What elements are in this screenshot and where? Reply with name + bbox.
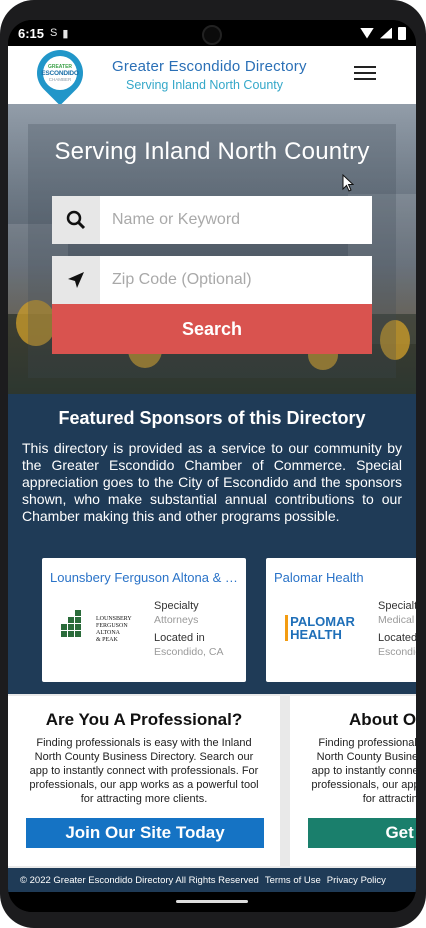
sponsors-title: Featured Sponsors of this Directory	[58, 408, 366, 428]
specialty-value: Attorneys	[154, 614, 199, 626]
promo-card: About Our Listings Finding professionals…	[290, 696, 416, 866]
terms-link[interactable]: Terms of Use	[265, 875, 321, 886]
location-arrow-icon	[52, 256, 100, 304]
sponsor-logo: PALOMAR HEALTH	[282, 590, 358, 666]
sponsors-section: Featured Sponsors of this Directory This…	[8, 394, 416, 694]
search-button[interactable]: Search	[52, 304, 372, 354]
hero-title: Serving Inland North Country	[54, 138, 370, 165]
promo-section: Are You A Professional? Finding professi…	[8, 694, 416, 868]
get-listed-button[interactable]: Get Listed	[308, 818, 416, 848]
logo-line: ALTONA	[96, 630, 121, 636]
s-icon: S	[50, 27, 58, 39]
chamber-logo[interactable]: GREATER ESCONDIDO CHAMBER	[27, 40, 93, 106]
home-gesture-bar[interactable]	[176, 900, 248, 903]
screen: 6:15 S ▮ GREATER ESCONDIDO CHAMBER Great…	[8, 20, 416, 912]
sponsor-logo-text: LOUNSBERY FERGUSON ALTONA & PEAK	[96, 616, 132, 644]
specialty-label: Specialty	[378, 600, 416, 612]
copyright-text: © 2022 Greater Escondido Directory All R…	[20, 874, 259, 886]
sponsor-logo: LOUNSBERY FERGUSON ALTONA & PEAK	[58, 590, 134, 666]
camera-icon	[202, 25, 222, 45]
promo-title: Are You A Professional?	[45, 710, 243, 729]
status-time: 6:15	[18, 25, 45, 41]
sponsors-description: This directory is provided as a service …	[22, 440, 402, 524]
privacy-link[interactable]: Privacy Policy	[327, 875, 386, 886]
keyword-input[interactable]	[100, 196, 372, 244]
footer: © 2022 Greater Escondido Directory All R…	[8, 868, 416, 892]
logo-line: & PEAK	[96, 637, 118, 643]
specialty-label: Specialty	[154, 600, 199, 612]
promo-card: Are You A Professional? Finding professi…	[8, 696, 280, 866]
sponsor-card[interactable]: Palomar Health PALOMAR HEALTH Specialty …	[266, 558, 416, 682]
location-value: Escondido, CA	[154, 646, 224, 658]
logo-line: HEALTH	[290, 627, 342, 642]
keyword-search-row	[52, 196, 372, 244]
logo-line: ESCONDIDO	[41, 70, 79, 77]
logo-line: FERGUSON	[96, 623, 128, 629]
battery-icon	[398, 26, 406, 40]
location-label: Located in	[378, 632, 416, 644]
hamburger-menu-icon[interactable]	[354, 66, 376, 82]
sponsor-name[interactable]: Palomar Health	[274, 570, 416, 585]
join-site-button[interactable]: Join Our Site Today	[26, 818, 264, 848]
palomar-logo: PALOMAR HEALTH	[285, 615, 355, 641]
site-subtitle: Serving Inland North County	[126, 78, 284, 92]
phone-frame: 6:15 S ▮ GREATER ESCONDIDO CHAMBER Great…	[0, 0, 426, 928]
site-title[interactable]: Greater Escondido Directory	[112, 58, 307, 75]
signal-icon	[380, 27, 392, 39]
promo-text: Finding professionals is easy with the I…	[29, 737, 259, 805]
logo-line: CHAMBER	[48, 77, 72, 82]
zip-code-input[interactable]	[100, 256, 372, 304]
system-nav-bar	[8, 892, 416, 912]
wifi-icon	[360, 27, 374, 39]
hero-section: Serving Inland North Country Search	[8, 104, 416, 394]
sponsor-name[interactable]: Lounsbery Ferguson Altona & Peak	[50, 570, 240, 585]
sd-card-icon: ▮	[62, 27, 69, 40]
sponsor-card[interactable]: Lounsbery Ferguson Altona & Peak LOUNSBE…	[42, 558, 246, 682]
status-bar: 6:15 S ▮	[8, 20, 416, 46]
location-value: Escondido, CA	[378, 646, 416, 658]
logo-line: LOUNSBERY	[96, 616, 132, 622]
promo-title: About Our Listings	[349, 710, 416, 729]
promo-text: Finding professionals is easy with the I…	[311, 737, 416, 805]
specialty-value: Medical	[378, 614, 415, 626]
search-icon	[52, 196, 100, 244]
zip-search-row	[52, 256, 372, 304]
location-label: Located in	[154, 632, 205, 644]
mouse-cursor-icon	[342, 174, 354, 192]
app-header: GREATER ESCONDIDO CHAMBER Greater Escond…	[8, 40, 416, 106]
logo-badge: GREATER ESCONDIDO CHAMBER	[41, 56, 79, 90]
status-icons	[360, 20, 406, 46]
